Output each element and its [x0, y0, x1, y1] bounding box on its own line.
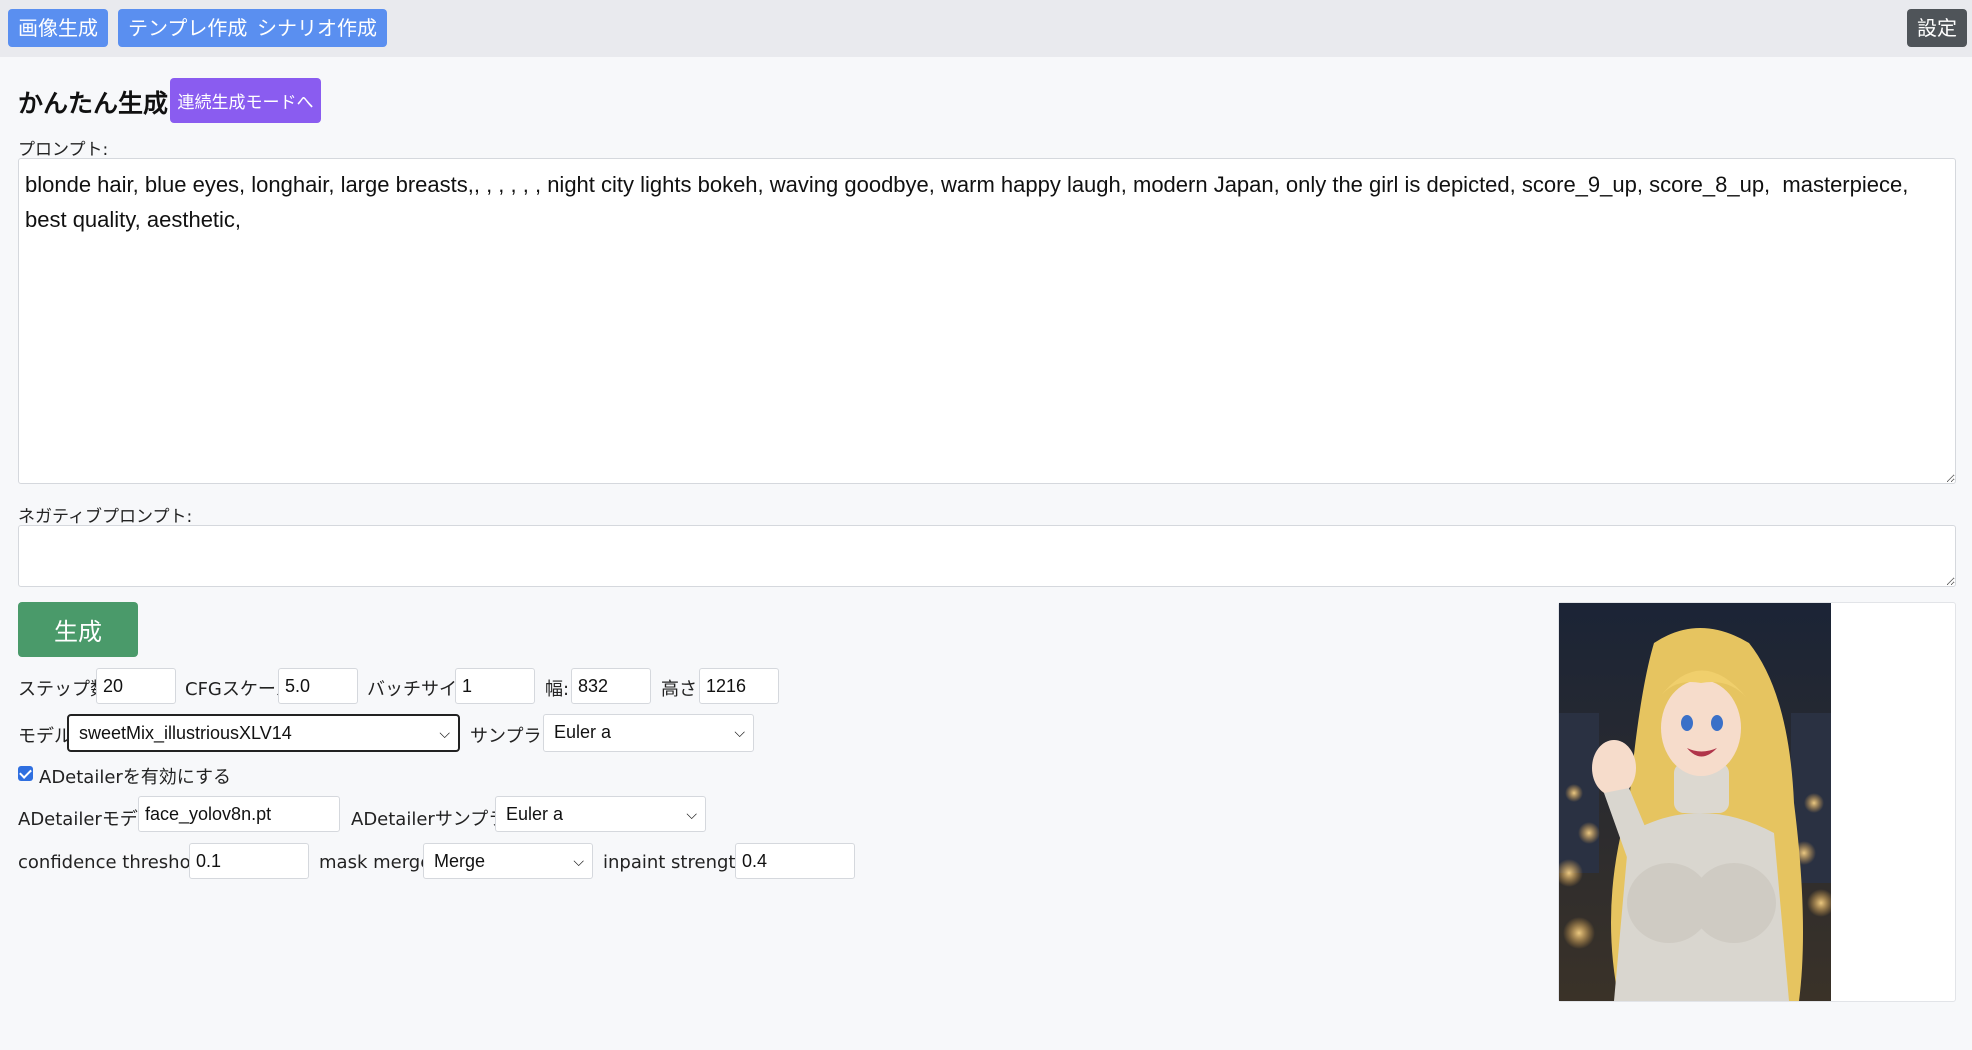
sampler-select[interactable]: Euler a ⌵: [543, 714, 754, 752]
sampler-select-value: Euler a: [554, 722, 612, 742]
generated-image[interactable]: [1559, 603, 1831, 1001]
steps-input[interactable]: [96, 668, 176, 704]
mask-merge-value: Merge: [434, 851, 486, 871]
generate-button[interactable]: 生成: [18, 602, 138, 657]
adetailer-model-input[interactable]: [138, 796, 340, 832]
height-label: 高さ:: [661, 679, 704, 700]
inpaint-strength-input[interactable]: [735, 843, 855, 879]
page-title: かんたん生成: [18, 89, 169, 118]
negative-prompt-label: ネガティブプロンプト:: [18, 507, 193, 527]
tab-scenario-creation[interactable]: シナリオ作成: [247, 9, 387, 47]
chevron-down-icon: ⌵: [439, 725, 450, 741]
tab-template-creation[interactable]: テンプレ作成: [118, 9, 258, 47]
adetailer-sampler-select[interactable]: Euler a ⌵: [495, 796, 706, 832]
inpaint-strength-label: inpaint strength:: [603, 852, 753, 873]
negative-prompt-textarea[interactable]: [18, 525, 1956, 587]
height-input[interactable]: [699, 668, 779, 704]
width-label: 幅:: [545, 679, 570, 700]
tab-image-generation[interactable]: 画像生成: [8, 9, 108, 47]
batch-input[interactable]: [455, 668, 535, 704]
mask-merge-label: mask merge:: [319, 852, 438, 873]
width-input[interactable]: [571, 668, 651, 704]
adetailer-sampler-value: Euler a: [506, 804, 564, 824]
continuous-mode-button[interactable]: 連続生成モードへ: [170, 78, 321, 123]
confidence-label: confidence threshold:: [18, 852, 214, 873]
model-select-value: sweetMix_illustriousXLV14: [79, 723, 292, 743]
adetailer-enable-checkbox[interactable]: [18, 766, 33, 781]
chevron-down-icon: ⌵: [686, 806, 697, 822]
cfg-input[interactable]: [278, 668, 358, 704]
model-select[interactable]: sweetMix_illustriousXLV14 ⌵: [67, 714, 460, 752]
prompt-textarea[interactable]: [18, 158, 1956, 484]
confidence-input[interactable]: [189, 843, 309, 879]
settings-button[interactable]: 設定: [1907, 9, 1967, 47]
chevron-down-icon: ⌵: [734, 724, 745, 740]
prompt-label: プロンプト:: [18, 140, 109, 160]
adetailer-enable-label: ADetailerを有効にする: [39, 767, 231, 788]
top-nav-bar: 画像生成 テンプレ作成 シナリオ作成 設定: [0, 0, 1972, 57]
mask-merge-select[interactable]: Merge ⌵: [423, 843, 593, 879]
chevron-down-icon: ⌵: [573, 853, 584, 869]
